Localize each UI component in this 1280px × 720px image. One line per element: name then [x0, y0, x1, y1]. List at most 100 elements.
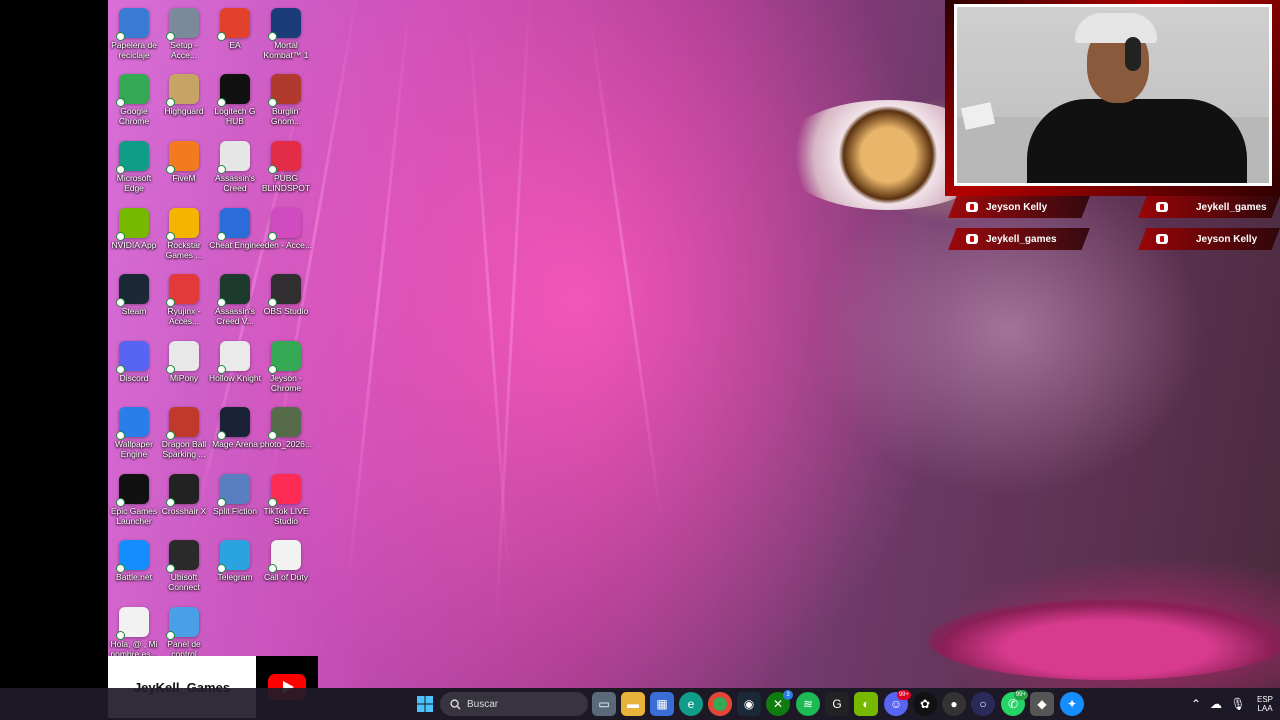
task-view-button[interactable]: ▭ [592, 692, 616, 716]
desktop-icon[interactable]: Microsoft Edge [108, 137, 160, 203]
mipony-icon [166, 341, 199, 374]
desktop-icon[interactable]: FiveM [158, 137, 210, 203]
setup-icon [166, 8, 199, 41]
desktop-icon-label: TikTok LIVE Studio [263, 506, 309, 526]
desktop-icon-label: Mage Arena [212, 439, 258, 449]
desktop-icon[interactable]: Crosshair X [158, 470, 210, 536]
desktop-icon-label: Mortal Kombat™ 1 [263, 40, 309, 60]
taskbar-spotify[interactable]: ≋ [796, 692, 820, 716]
sync-check-icon [217, 32, 226, 41]
desktop-icons: Papelera de reciclaje Setup - Acce... EA Mo… [108, 0, 318, 660]
desktop-icon[interactable]: photo_2026... [260, 403, 312, 469]
desktop-icon[interactable]: TikTok LIVE Studio [260, 470, 312, 536]
sync-check-icon [116, 631, 125, 640]
taskbar-search[interactable]: Buscar [440, 692, 588, 716]
desktop-icon[interactable]: NVIDIA App [108, 204, 160, 270]
puzzle-icon: ◆ [1037, 697, 1047, 711]
desktop-icon-label: Steam [121, 306, 147, 316]
desktop-icon[interactable]: Assassin's Creed [209, 137, 261, 203]
sync-check-icon [268, 498, 277, 507]
language-indicator[interactable]: ESP LAA [1254, 695, 1276, 713]
ryujinx-icon [166, 274, 199, 307]
desktop-icon-label: NVIDIA App [111, 240, 157, 250]
sync-check-icon [166, 32, 175, 41]
sync-check-icon [166, 98, 175, 107]
sync-check-icon [268, 98, 277, 107]
desktop-icon-label: photo_2026... [260, 439, 312, 449]
desktop-icon[interactable]: Hollow Knight [209, 337, 261, 403]
taskbar-app-misc[interactable]: ◆ [1030, 692, 1054, 716]
desktop-icon[interactable]: Assassin's Creed V... [209, 270, 261, 336]
sync-check-icon [116, 564, 125, 573]
tray-onedrive[interactable]: ☁ [1206, 692, 1226, 716]
social-badge-instagram: Jeyson Kelly [948, 196, 1090, 218]
desktop-icon[interactable]: Call of Duty [260, 536, 312, 602]
desktop-icon[interactable]: EA [209, 4, 261, 70]
desktop-icon[interactable]: Discord [108, 337, 160, 403]
taskbar-discord[interactable]: ☺ 99+ [884, 690, 911, 716]
taskbar-store[interactable]: ▦ [650, 692, 674, 716]
sync-check-icon [166, 498, 175, 507]
sync-check-icon [217, 365, 226, 374]
sync-check-icon [116, 32, 125, 41]
split-fiction-icon [217, 474, 250, 507]
eden-icon [268, 208, 301, 241]
desktop-icon-label: Hollow Knight [209, 373, 261, 383]
start-button[interactable] [413, 692, 437, 716]
taskbar-logitech[interactable]: G [825, 692, 849, 716]
desktop-icon-label: Highguard [164, 106, 204, 116]
desktop-icon[interactable]: Papelera de reciclaje [108, 4, 160, 70]
mage-arena-icon [217, 407, 250, 440]
taskbar-obs[interactable]: ● [942, 692, 966, 716]
desktop-icon[interactable]: OBS Studio [260, 270, 312, 336]
desktop-icon-label: Papelera de reciclaje [111, 40, 157, 60]
desktop-icon[interactable]: Mage Arena [209, 403, 261, 469]
desktop-icon[interactable]: Wallpaper Engine [108, 403, 160, 469]
tray-microphone[interactable]: 🎙 [1228, 692, 1248, 716]
taskbar-edge[interactable]: e [679, 692, 703, 716]
desktop-icon[interactable]: Epic Games Launcher [108, 470, 160, 536]
taskbar-chatgpt[interactable]: ✿ [913, 692, 937, 716]
desktop-icon-label: Wallpaper Engine [115, 439, 153, 459]
ea-icon [217, 8, 250, 41]
desktop-icon[interactable]: Steam [108, 270, 160, 336]
social-badge-youtube-2: Jeykell_games [1138, 196, 1280, 218]
sync-check-icon [217, 298, 226, 307]
desktop-icon[interactable]: PUBG BLINDSPOT [260, 137, 312, 203]
taskbar-steam[interactable]: ◉ [737, 692, 761, 716]
desktop-icon[interactable]: Dragon Ball Sparking ... [158, 403, 210, 469]
desktop-icon[interactable]: Burglin' Gnom... [260, 70, 312, 136]
taskbar: Buscar ▭ ▬ ▦ e ◉ ✕ 3 ≋ G ◐ ☺ 99+ ✿ ● ○ ✆ 99… [0, 688, 1280, 720]
taskbar-app-ring[interactable]: ○ [971, 692, 995, 716]
desktop-icon[interactable]: MiPony [158, 337, 210, 403]
desktop-icon[interactable]: Logitech G HUB [209, 70, 261, 136]
desktop-icon[interactable]: Rockstar Games ... [158, 204, 210, 270]
desktop-icon[interactable]: Split Fiction [209, 470, 261, 536]
desktop-icon[interactable]: Setup - Acce... [158, 4, 210, 70]
desktop-icon[interactable]: Battle.net [108, 536, 160, 602]
taskbar-chrome[interactable] [708, 692, 732, 716]
sync-check-icon [116, 98, 125, 107]
desktop-icon[interactable]: Highguard [158, 70, 210, 136]
desktop-icon[interactable]: Ubisoft Connect [158, 536, 210, 602]
desktop-icon[interactable]: Ryujinx - Acces... [158, 270, 210, 336]
taskbar-nvidia[interactable]: ◐ [854, 692, 878, 716]
assassins-creed-valhalla-icon [217, 274, 250, 307]
highguard-icon [166, 74, 199, 107]
tray-overflow-button[interactable]: ⌃ [1186, 692, 1206, 716]
desktop-icon[interactable]: Google Chrome [108, 70, 160, 136]
desktop-icon[interactable]: Jeyson - Chrome [260, 337, 312, 403]
search-placeholder: Buscar [467, 698, 499, 710]
desktop-icon[interactable]: Telegram [209, 536, 261, 602]
taskbar-battlenet[interactable]: ✦ [1060, 692, 1084, 716]
taskbar-xbox[interactable]: ✕ 3 [766, 690, 793, 716]
battlenet-icon: ✦ [1066, 697, 1078, 711]
desktop-icon[interactable]: eden - Acce... [260, 204, 312, 270]
desktop-icon[interactable]: Mortal Kombat™ 1 [260, 4, 312, 70]
desktop-icon[interactable]: Cheat Engine [209, 204, 261, 270]
desktop-icon-label: eden - Acce... [260, 240, 312, 250]
social-badge-facebook: Jeyson Kelly [1138, 228, 1280, 250]
taskbar-whatsapp[interactable]: ✆ 99+ [1001, 690, 1028, 716]
windows-icon [417, 696, 433, 712]
taskbar-file-explorer[interactable]: ▬ [621, 692, 645, 716]
